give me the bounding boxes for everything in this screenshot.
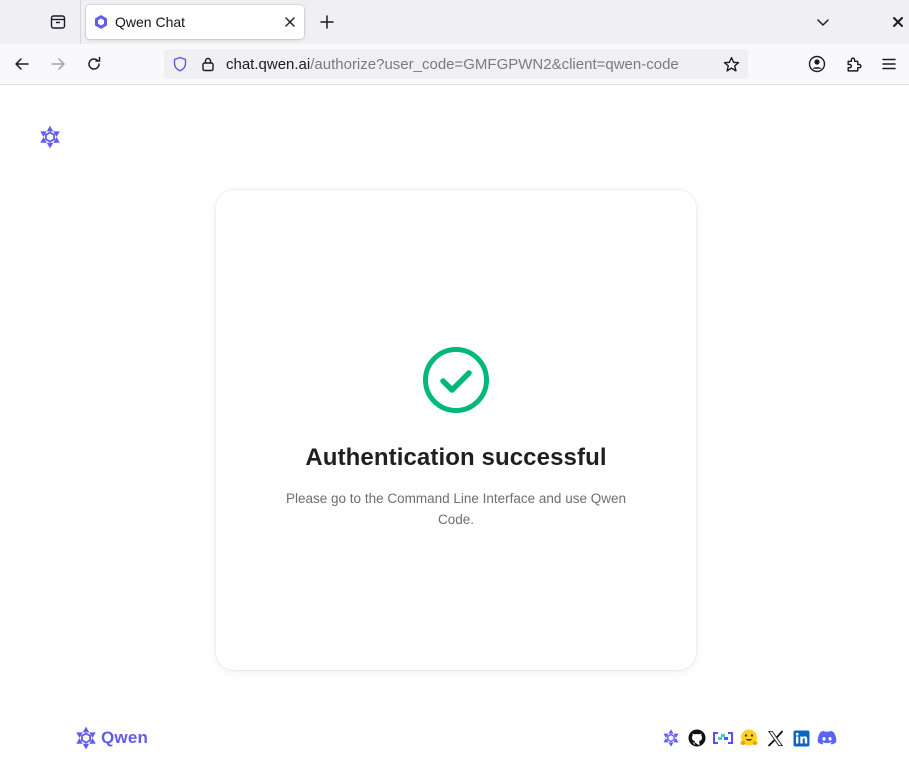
- lock-icon[interactable]: [200, 56, 216, 77]
- auth-result-card: Authentication successful Please go to t…: [216, 190, 696, 670]
- url-host: chat.qwen.ai: [226, 56, 311, 73]
- arrow-right-icon: [51, 58, 65, 70]
- bookmark-star-icon[interactable]: [723, 56, 740, 78]
- arrow-left-icon: [15, 58, 29, 70]
- back-button[interactable]: [8, 50, 36, 78]
- tracking-protection-shield-icon[interactable]: [172, 56, 188, 77]
- discord-icon[interactable]: [816, 727, 838, 749]
- check-circle-icon: [423, 347, 489, 413]
- account-button[interactable]: [803, 50, 831, 78]
- account-icon: [808, 55, 826, 73]
- firefox-view-button[interactable]: [44, 8, 72, 36]
- huggingface-icon[interactable]: [738, 727, 760, 749]
- modelscope-icon[interactable]: [712, 727, 734, 749]
- footer-brand[interactable]: Qwen: [73, 725, 148, 751]
- list-all-tabs-button[interactable]: [809, 8, 837, 36]
- qwen-icon[interactable]: [660, 727, 682, 749]
- reload-icon: [88, 56, 101, 70]
- linkedin-icon[interactable]: [790, 727, 812, 749]
- app-menu-button[interactable]: [875, 50, 903, 78]
- auth-title: Authentication successful: [305, 444, 607, 471]
- new-tab-button[interactable]: [313, 8, 341, 36]
- firefox-view-icon: [50, 15, 66, 29]
- window-close-button[interactable]: [884, 8, 909, 36]
- url-text[interactable]: chat.qwen.ai/authorize?user_code=GMFGPWN…: [226, 56, 679, 73]
- navigation-toolbar: chat.qwen.ai/authorize?user_code=GMFGPWN…: [0, 44, 909, 85]
- chevron-down-icon: [817, 19, 829, 26]
- forward-button[interactable]: [44, 50, 72, 78]
- x-icon[interactable]: [764, 727, 786, 749]
- tab-bar: Qwen Chat: [0, 0, 909, 44]
- social-links: [660, 727, 842, 749]
- url-path: /authorize?user_code=GMFGPWN2&client=qwe…: [310, 56, 679, 73]
- plus-icon: [320, 15, 334, 29]
- close-icon: [285, 17, 295, 27]
- hamburger-menu-icon: [882, 58, 896, 70]
- tab-title: Qwen Chat: [115, 14, 186, 30]
- footer-brand-name: Qwen: [101, 728, 149, 747]
- reload-button[interactable]: [80, 50, 108, 78]
- github-icon[interactable]: [686, 727, 708, 749]
- auth-message: Please go to the Command Line Interface …: [286, 491, 626, 527]
- tab-qwen-chat[interactable]: Qwen Chat: [86, 5, 304, 39]
- extensions-button[interactable]: [839, 50, 867, 78]
- window-close-icon: [893, 17, 903, 27]
- address-bar[interactable]: chat.qwen.ai/authorize?user_code=GMFGPWN…: [164, 49, 748, 79]
- tab-separator: [80, 0, 81, 44]
- qwen-logo-icon[interactable]: [37, 124, 63, 150]
- puzzle-icon: [846, 57, 862, 72]
- qwen-favicon: [95, 15, 107, 29]
- tab-close-button[interactable]: [281, 13, 299, 31]
- qwen-logo-icon: [76, 726, 96, 750]
